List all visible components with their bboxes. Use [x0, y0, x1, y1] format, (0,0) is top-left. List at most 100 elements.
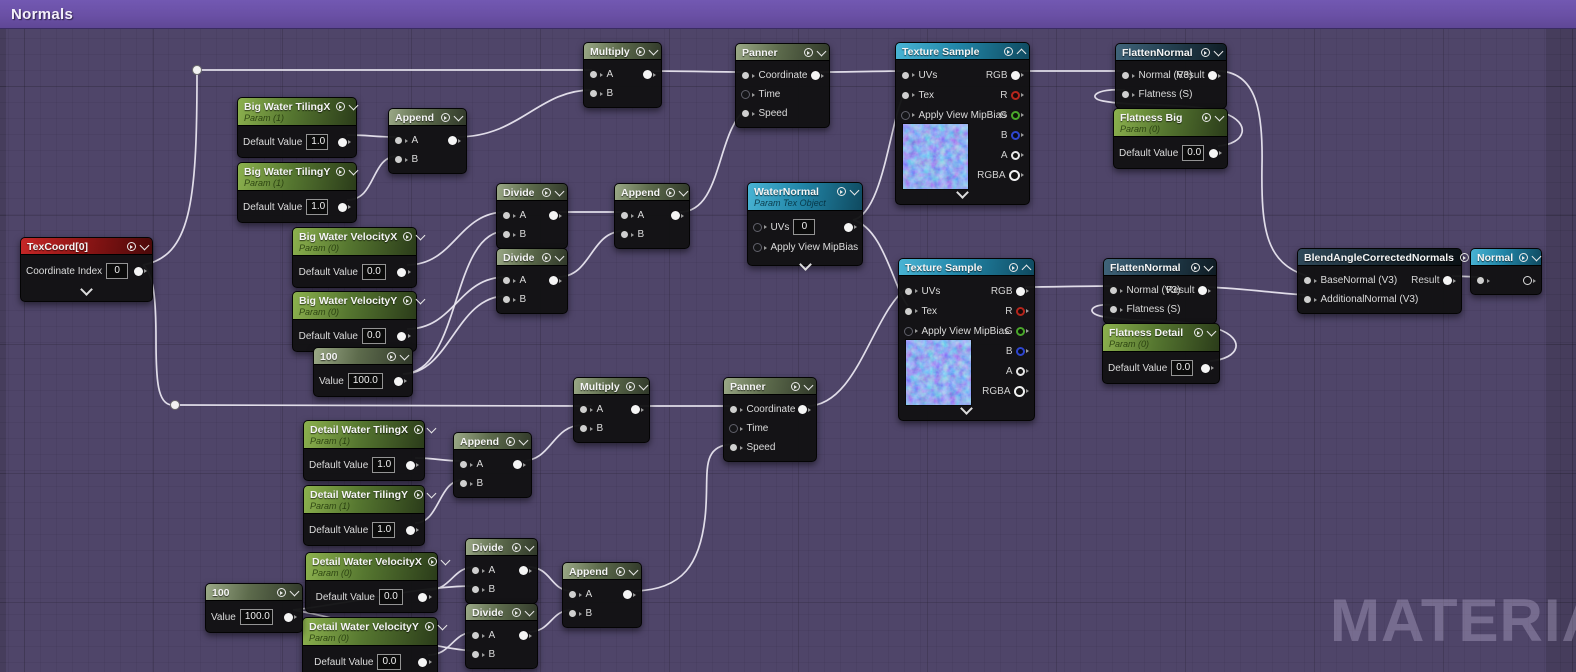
value-input[interactable]: 100.0	[348, 373, 383, 389]
realtime-preview-icon[interactable]	[837, 187, 846, 196]
node-divide-b2[interactable]: DivideAB	[465, 603, 538, 669]
realtime-preview-icon[interactable]	[616, 567, 625, 576]
output-pin[interactable]	[1016, 347, 1030, 356]
collapse-chevron-icon[interactable]	[1214, 46, 1224, 56]
output-pin[interactable]	[1523, 276, 1537, 285]
input-pin[interactable]	[589, 70, 603, 79]
node-flattennormal-2[interactable]: FlattenNormalNormal (V3)ResultFlatness (…	[1103, 258, 1217, 324]
output-pin[interactable]	[338, 203, 352, 212]
output-pin[interactable]	[844, 223, 858, 232]
output-pin[interactable]	[1016, 287, 1030, 296]
collapse-chevron-icon[interactable]	[555, 251, 565, 261]
value-input[interactable]: 0	[106, 263, 128, 279]
reroute-node[interactable]	[171, 401, 180, 410]
input-pin[interactable]	[1476, 276, 1490, 285]
collapse-chevron-icon[interactable]	[679, 186, 689, 196]
value-input[interactable]: 1.0	[372, 457, 394, 473]
collapse-chevron-icon[interactable]	[427, 488, 437, 498]
collapse-chevron-icon[interactable]	[400, 350, 410, 360]
collapse-chevron-icon[interactable]	[349, 100, 359, 110]
node-header[interactable]: Normal	[1471, 249, 1541, 266]
node-texture-sample-2[interactable]: Texture SampleUVsRGBTexRApply View MipBi…	[898, 258, 1035, 421]
realtime-preview-icon[interactable]	[626, 382, 635, 391]
realtime-preview-icon[interactable]	[1460, 253, 1469, 262]
node-divide-1[interactable]: DivideAB	[496, 183, 568, 249]
node-blendanglecorrectednormals[interactable]: BlendAngleCorrectedNormalsBaseNormal (V3…	[1297, 248, 1462, 314]
input-pin[interactable]	[502, 230, 516, 239]
collapse-chevron-icon[interactable]	[525, 541, 535, 551]
node-header[interactable]: Append	[563, 563, 641, 580]
output-pin[interactable]	[1011, 111, 1025, 120]
output-pin[interactable]	[1011, 71, 1025, 80]
realtime-preview-icon[interactable]	[1202, 113, 1211, 122]
output-pin[interactable]	[671, 211, 685, 220]
input-pin[interactable]	[394, 136, 408, 145]
realtime-preview-icon[interactable]	[804, 48, 813, 57]
output-pin[interactable]	[1016, 367, 1030, 376]
collapse-chevron-icon[interactable]	[416, 230, 426, 240]
node-big-water-velocityy[interactable]: Big Water VelocityYParam (0)Default Valu…	[292, 291, 417, 352]
node-panner-top[interactable]: PannerCoordinateTimeSpeed	[735, 43, 830, 128]
output-pin[interactable]	[1443, 276, 1457, 285]
value-input[interactable]: 0	[793, 219, 815, 235]
node-big-water-tilingx[interactable]: Big Water TilingXParam (1)Default Value1…	[237, 97, 357, 158]
node-header[interactable]: Append	[389, 109, 466, 126]
output-pin[interactable]	[1009, 170, 1025, 181]
node-header[interactable]: Texture Sample	[899, 259, 1034, 276]
reroute-node[interactable]	[193, 66, 202, 75]
node-panner-mid[interactable]: PannerCoordinateTimeSpeed	[723, 377, 817, 462]
realtime-preview-icon[interactable]	[1194, 328, 1203, 337]
texture-preview[interactable]	[905, 339, 972, 406]
realtime-preview-icon[interactable]	[1009, 263, 1018, 272]
node-append-bottomleft[interactable]: AppendAB	[453, 432, 532, 498]
output-pin[interactable]	[1016, 327, 1030, 336]
input-pin[interactable]	[729, 405, 743, 414]
texture-preview[interactable]	[902, 123, 969, 190]
realtime-preview-icon[interactable]	[1201, 48, 1210, 57]
output-pin[interactable]	[519, 566, 533, 575]
output-pin[interactable]	[811, 71, 825, 80]
value-input[interactable]: 0.0	[377, 654, 401, 670]
node-header[interactable]: Big Water VelocityYParam (0)	[293, 292, 416, 320]
node-header[interactable]: Big Water VelocityXParam (0)	[293, 228, 416, 256]
value-input[interactable]: 0.0	[1182, 145, 1204, 161]
node-header[interactable]: Detail Water VelocityYParam (0)	[303, 618, 437, 646]
realtime-preview-icon[interactable]	[414, 425, 423, 434]
collapse-chevron-icon[interactable]	[140, 240, 150, 250]
input-pin[interactable]	[620, 211, 634, 220]
output-pin[interactable]	[1198, 286, 1212, 295]
node-header[interactable]: Multiply	[584, 43, 661, 60]
node-header[interactable]: 100	[206, 584, 302, 601]
node-header[interactable]: Append	[454, 433, 531, 450]
node-constant-100-mid[interactable]: 100Value100.0	[313, 347, 413, 397]
expand-advanced-chevron[interactable]	[748, 261, 862, 272]
output-pin[interactable]	[1011, 131, 1025, 140]
output-pin[interactable]	[798, 405, 812, 414]
input-pin[interactable]	[579, 424, 593, 433]
collapse-chevron-icon[interactable]	[555, 186, 565, 196]
realtime-preview-icon[interactable]	[1191, 263, 1200, 272]
realtime-preview-icon[interactable]	[403, 232, 412, 241]
output-pin[interactable]	[1016, 307, 1030, 316]
node-big-water-velocityx[interactable]: Big Water VelocityXParam (0)Default Valu…	[292, 227, 417, 288]
wire[interactable]	[457, 90, 592, 137]
node-header[interactable]: Divide	[497, 249, 567, 266]
collapse-chevron-icon[interactable]	[850, 185, 860, 195]
input-pin[interactable]	[741, 71, 755, 80]
node-divide-b1[interactable]: DivideAB	[465, 538, 538, 604]
output-pin[interactable]	[1208, 71, 1222, 80]
input-pin[interactable]	[502, 211, 516, 220]
node-header[interactable]: Detail Water TilingXParam (1)	[304, 421, 424, 449]
output-pin[interactable]	[397, 268, 411, 277]
node-header[interactable]: Texture Sample	[896, 43, 1029, 60]
realtime-preview-icon[interactable]	[403, 296, 412, 305]
node-header[interactable]: TexCoord[0]	[21, 238, 152, 255]
output-pin[interactable]	[406, 461, 420, 470]
input-pin[interactable]	[1109, 305, 1123, 314]
node-flattennormal-1[interactable]: FlattenNormalNormal (V3)ResultFlatness (…	[1115, 43, 1227, 109]
node-flatness-detail[interactable]: Flatness DetailParam (0)Default Value0.0	[1102, 323, 1220, 384]
input-pin[interactable]	[741, 90, 755, 99]
output-pin[interactable]	[1014, 386, 1030, 397]
node-append-bottommid[interactable]: AppendAB	[562, 562, 642, 628]
output-pin[interactable]	[418, 593, 432, 602]
